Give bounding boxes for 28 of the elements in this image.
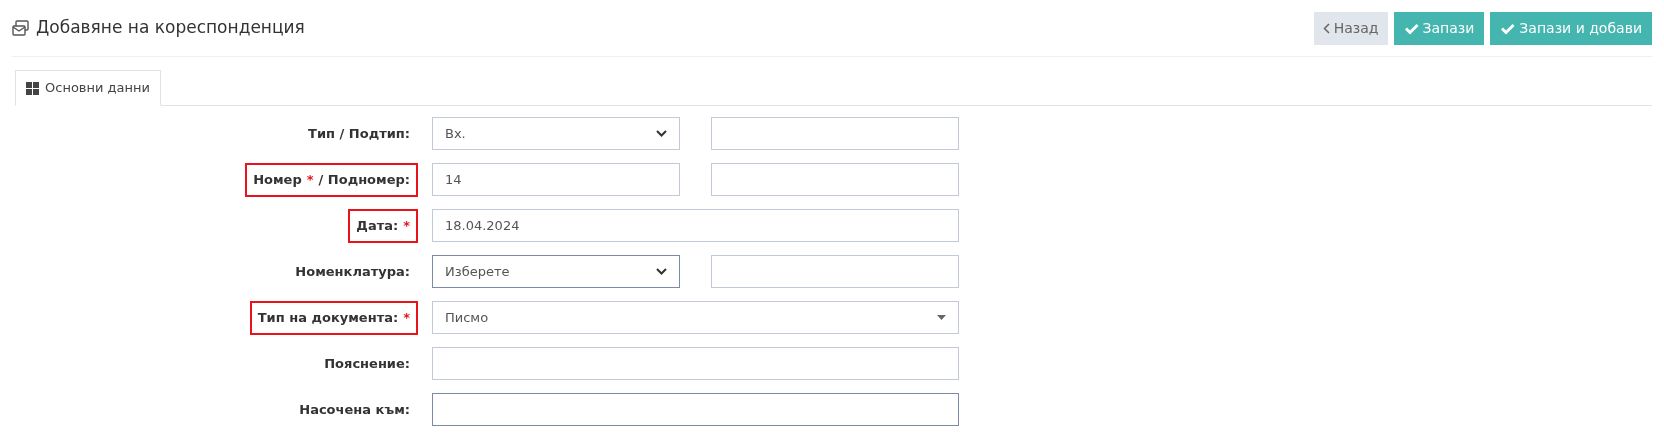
input-field[interactable] (711, 163, 959, 196)
tab[interactable]: Основни данни (15, 70, 161, 106)
field-label: Тип на документа: * (249, 300, 418, 335)
dropdown[interactable]: Вх. (432, 117, 680, 150)
field-label: Дата: * (348, 208, 418, 243)
dropdown[interactable]: Изберете (432, 255, 680, 288)
check-icon (1403, 22, 1419, 35)
caret-down-icon (937, 315, 946, 320)
field-label: Номенклатура: (294, 262, 411, 281)
check-icon (1500, 22, 1516, 35)
dropdown[interactable]: Писмо (432, 301, 959, 334)
back-button[interactable]: Назад (1313, 12, 1388, 45)
page-title: Добавяне на кореспонденция (36, 16, 305, 40)
chevron-left-icon (1322, 23, 1330, 34)
input-field[interactable] (432, 347, 959, 380)
input-field[interactable]: 18.04.2024 (432, 209, 959, 242)
input-field[interactable]: 14 (432, 163, 680, 196)
field-label: Тип / Подтип: (307, 124, 411, 143)
field-label: Насочена към: (298, 400, 411, 419)
input-field[interactable] (432, 393, 959, 426)
chevron-down-icon (656, 268, 667, 275)
chevron-down-icon (656, 130, 667, 137)
grid-icon (26, 81, 39, 95)
input-field[interactable] (711, 117, 959, 150)
field-label: Номер * / Подномер: (245, 162, 418, 197)
field-label: Пояснение: (323, 354, 411, 373)
envelopes-icon (12, 20, 30, 36)
input-field[interactable] (711, 255, 959, 288)
